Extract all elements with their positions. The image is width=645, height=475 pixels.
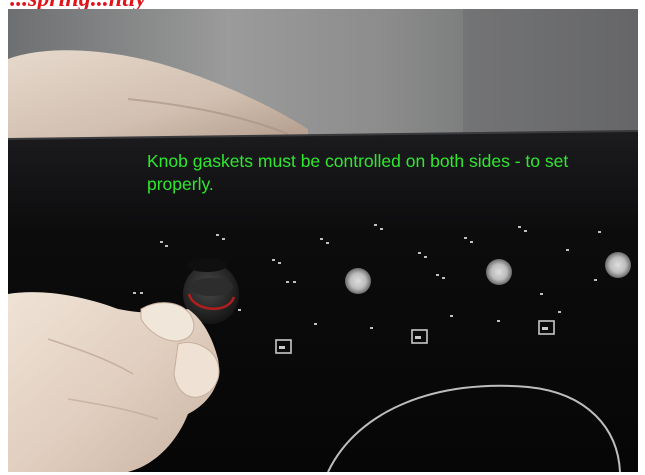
knob-hole — [345, 268, 371, 294]
photo-scene — [8, 9, 638, 472]
photo-caption: Knob gaskets must be controlled on both … — [147, 151, 569, 194]
knob-hole — [486, 259, 512, 285]
knob-hole — [605, 252, 631, 278]
photo: Knob gaskets must be controlled on both … — [8, 9, 638, 472]
